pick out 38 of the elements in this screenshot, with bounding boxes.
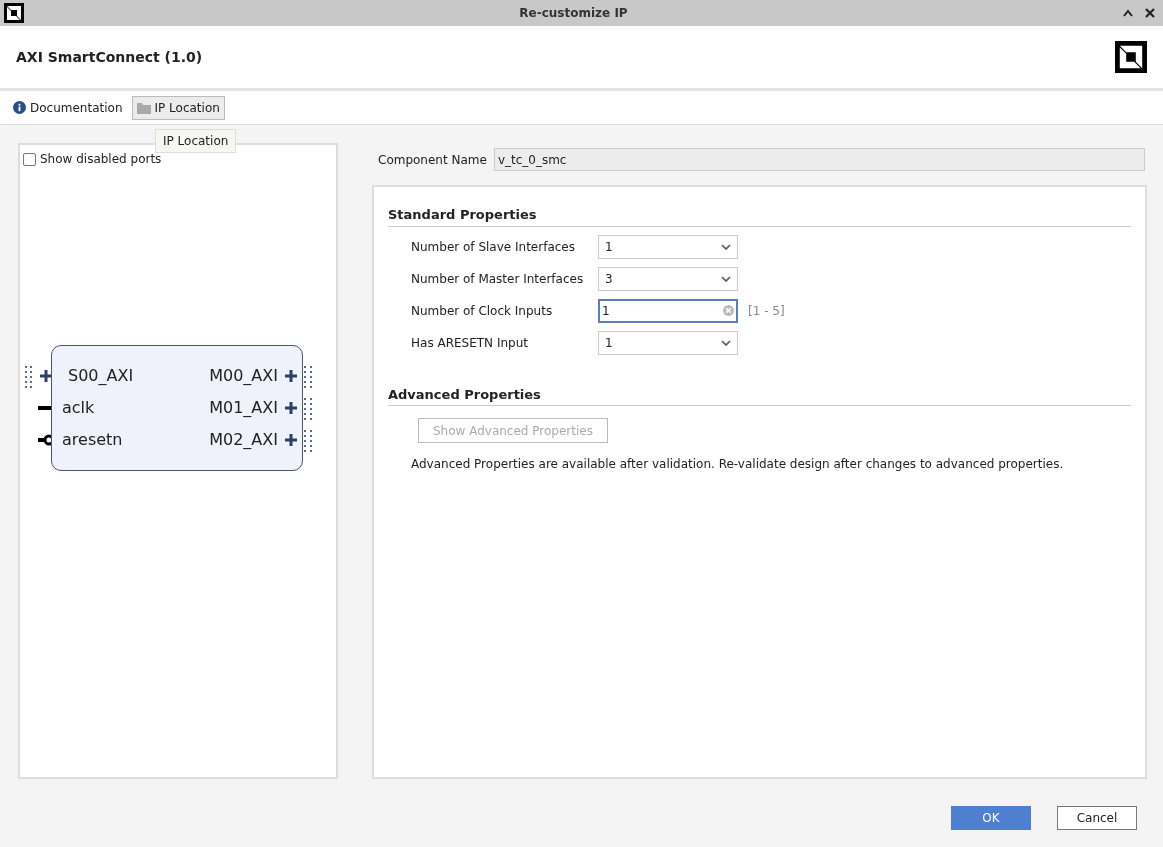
chevron-down-icon	[721, 275, 731, 282]
port-label: M02_AXI	[209, 428, 279, 451]
dropdown[interactable]: 1	[598, 234, 738, 259]
chevron-down-icon	[721, 243, 731, 250]
port-label: aclk	[61, 396, 96, 419]
port-label: M00_AXI	[209, 364, 279, 387]
component-name-field[interactable]: v_tc_0_smc	[493, 148, 1145, 171]
chevron-down-icon	[721, 339, 731, 346]
dropdown[interactable]: 3	[598, 266, 738, 291]
toolbar-tab[interactable]: IP Location	[131, 95, 225, 120]
folder-icon	[136, 101, 151, 114]
toolbar-tab[interactable]: Documentation	[8, 95, 128, 120]
window-title: Re-customize IP	[518, 5, 629, 22]
tooltip: IP Location	[155, 129, 237, 153]
port-label: S00_AXI	[67, 364, 134, 387]
vendor-logo-icon	[1115, 41, 1147, 73]
field-label: Number of Master Interfaces	[411, 270, 585, 288]
field-label: Number of Slave Interfaces	[411, 238, 576, 256]
ip-title: AXI SmartConnect (1.0)	[16, 47, 204, 67]
dropdown[interactable]: 1	[598, 330, 738, 355]
port-label: M01_AXI	[209, 396, 279, 419]
field-label: Component Name	[378, 151, 487, 169]
section-heading: Standard Properties	[388, 207, 537, 222]
app-logo-icon	[4, 3, 24, 23]
ok-button[interactable]: OK	[951, 806, 1031, 830]
field-label: Has ARESETN Input	[411, 334, 529, 352]
checkbox-label[interactable]: Show disabled ports	[40, 150, 162, 168]
advanced-note: Advanced Properties are available after validation. Re-validate design after changes to advanced properties.	[411, 456, 1065, 473]
collapse-icon[interactable]	[1123, 9, 1133, 17]
range-hint: [1 - 5]	[747, 302, 785, 320]
close-icon[interactable]	[1145, 8, 1155, 18]
cancel-button[interactable]: Cancel	[1057, 806, 1137, 830]
section-heading: Advanced Properties	[388, 386, 541, 402]
input-field[interactable]: 1	[598, 298, 738, 323]
info-icon	[13, 101, 26, 114]
checkbox[interactable]	[23, 152, 36, 166]
port-label: aresetn	[61, 428, 124, 451]
field-label: Number of Clock Inputs	[411, 302, 554, 320]
